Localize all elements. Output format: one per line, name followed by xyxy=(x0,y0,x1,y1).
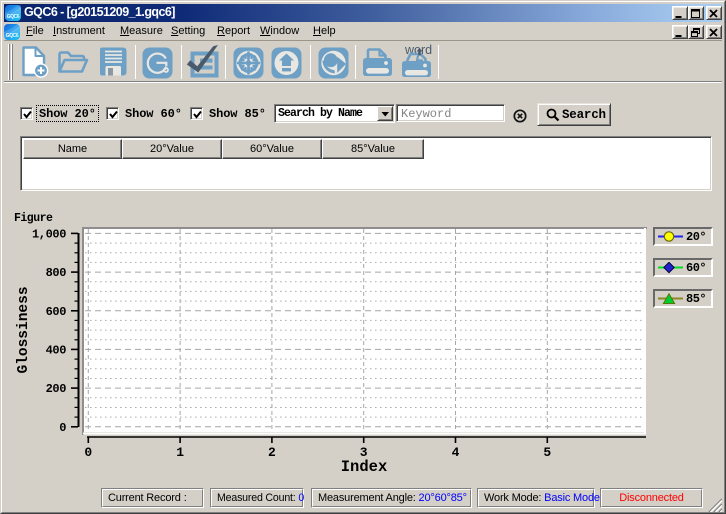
svg-text:4: 4 xyxy=(452,445,460,460)
svg-text:600: 600 xyxy=(46,305,67,319)
svg-text:1: 1 xyxy=(176,445,184,460)
svg-text:1,000: 1,000 xyxy=(32,227,66,241)
svg-text:0: 0 xyxy=(59,421,66,435)
svg-text:0: 0 xyxy=(84,445,92,460)
svg-text:Figure: Figure xyxy=(14,212,53,225)
svg-text:2: 2 xyxy=(268,445,276,460)
svg-text:400: 400 xyxy=(46,343,67,357)
svg-text:5: 5 xyxy=(543,445,551,460)
svg-text:Index: Index xyxy=(341,458,388,476)
svg-text:Glossiness: Glossiness xyxy=(16,286,32,373)
svg-text:800: 800 xyxy=(46,266,67,280)
svg-text:200: 200 xyxy=(46,382,67,396)
